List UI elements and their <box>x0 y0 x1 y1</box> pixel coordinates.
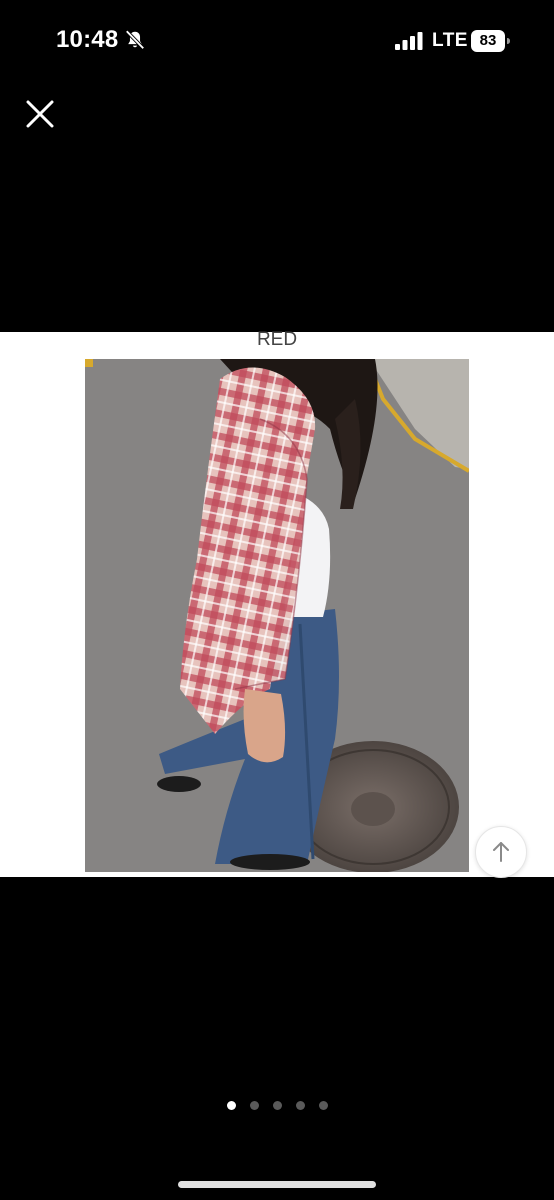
status-bar: 10:48 LTE 83 <box>0 0 554 84</box>
page-dot-5[interactable] <box>318 1101 328 1110</box>
page-dot-1[interactable] <box>226 1101 236 1110</box>
page-dot-3[interactable] <box>272 1101 282 1110</box>
page-dot-2[interactable] <box>249 1101 259 1110</box>
color-caption: RED <box>256 329 298 350</box>
close-icon <box>26 100 54 128</box>
scroll-top-button[interactable] <box>475 826 527 878</box>
product-photo[interactable] <box>85 359 469 872</box>
close-button[interactable] <box>22 96 58 132</box>
signal-bars-icon <box>395 32 423 50</box>
image-viewer-screen: 10:48 LTE 83 RED <box>0 0 554 1200</box>
bell-slash-icon <box>125 30 145 50</box>
page-indicator <box>0 1101 554 1113</box>
arrow-up-icon <box>493 842 509 862</box>
battery-level: 83 <box>479 32 497 49</box>
network-type: LTE <box>432 30 468 51</box>
page-dot-4[interactable] <box>295 1101 305 1110</box>
status-time: 10:48 <box>56 26 119 53</box>
home-indicator[interactable] <box>178 1181 376 1188</box>
